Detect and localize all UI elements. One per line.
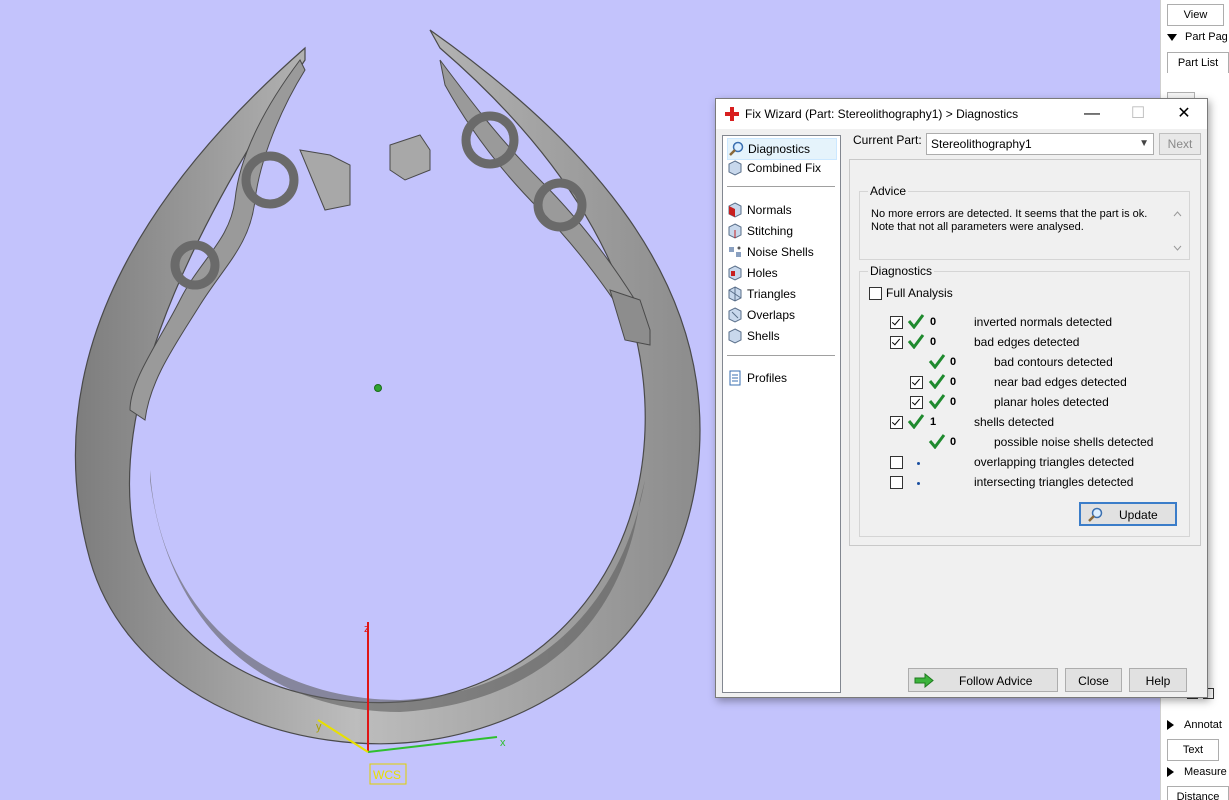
current-part-value: Stereolithography1 [931, 137, 1032, 151]
update-button[interactable]: Update [1079, 502, 1177, 526]
full-analysis-checkbox[interactable] [869, 287, 882, 300]
overlapping-triangles-label: overlapping triangles detected [974, 455, 1135, 469]
advice-text: No more errors are detected. It seems th… [871, 208, 1148, 233]
measure-header[interactable]: Measure [1167, 763, 1227, 781]
shells-count: 1 [930, 416, 937, 428]
chevron-down-icon: ▼ [1139, 138, 1149, 149]
document-icon [729, 370, 741, 386]
center-point [374, 384, 382, 392]
advice-scrollbar[interactable] [1170, 208, 1185, 254]
stitching-cube-icon [728, 223, 742, 239]
planar-holes-label: planar holes detected [994, 395, 1109, 409]
shells-cube-icon [728, 328, 742, 344]
nav-item-profiles[interactable]: Profiles [727, 368, 835, 388]
holes-cube-icon [728, 265, 742, 281]
next-button[interactable]: Next [1159, 133, 1201, 155]
z-axis-label: z [364, 623, 370, 635]
expand-icon [1167, 720, 1174, 731]
noise-shells-count: 0 [950, 436, 957, 448]
nav-item-shells[interactable]: Shells [727, 326, 835, 346]
planar-holes-count: 0 [950, 396, 957, 408]
diagnostics-page: Advice No more errors are detected. It s… [849, 159, 1201, 546]
noise-shells-label: possible noise shells detected [994, 435, 1154, 449]
collapse-icon [1167, 33, 1177, 41]
nav-item-overlaps[interactable]: Overlaps [727, 305, 835, 325]
bad-edges-label: bad edges detected [974, 335, 1080, 349]
full-analysis-label: Full Analysis [886, 286, 953, 300]
nav-separator [727, 355, 835, 356]
diagnostics-group: Diagnostics Full Analysis 0 inverted nor… [859, 264, 1190, 537]
pending-dot-icon [917, 482, 920, 485]
bad-edges-count: 0 [930, 336, 937, 348]
magnifier-icon [1088, 507, 1103, 522]
near-bad-edges-label: near bad edges detected [994, 375, 1127, 389]
current-part-label: Current Part: [853, 133, 922, 147]
nav-item-holes[interactable]: Holes [727, 263, 835, 283]
intersecting-triangles-label: intersecting triangles detected [974, 475, 1134, 489]
close-window-button[interactable]: ✕ [1161, 99, 1207, 129]
green-check-icon [928, 354, 946, 369]
bad-contours-label: bad contours detected [994, 355, 1113, 369]
expand-icon [1167, 767, 1174, 778]
near-bad-edges-checkbox[interactable] [910, 376, 923, 389]
cube-icon [728, 160, 742, 176]
maximize-button[interactable]: ☐ [1115, 99, 1161, 129]
inverted-normals-checkbox[interactable] [890, 316, 903, 329]
advice-group: Advice No more errors are detected. It s… [859, 184, 1190, 260]
nav-item-combined-fix[interactable]: Combined Fix [727, 158, 835, 178]
nav-separator [727, 186, 835, 187]
minimize-button[interactable]: — [1069, 99, 1115, 129]
current-part-select[interactable]: Stereolithography1 ▼ [926, 133, 1154, 155]
bad-contours-count: 0 [950, 356, 957, 368]
y-axis-label: y [316, 721, 322, 733]
planar-holes-checkbox[interactable] [910, 396, 923, 409]
near-bad-edges-count: 0 [950, 376, 957, 388]
dialog-title: Fix Wizard (Part: Stereolithography1) > … [745, 107, 1019, 121]
follow-advice-button[interactable]: Follow Advice [908, 668, 1058, 692]
shells-label: shells detected [974, 415, 1055, 429]
red-cross-icon [725, 107, 739, 121]
overlapping-triangles-checkbox[interactable] [890, 456, 903, 469]
inverted-normals-label: inverted normals detected [974, 315, 1113, 329]
wizard-nav: Diagnostics Combined Fix Normals Stitchi… [722, 135, 841, 693]
annotations-header[interactable]: Annotat [1167, 716, 1222, 734]
part-list-tab[interactable]: Part List [1167, 52, 1229, 73]
bad-edges-checkbox[interactable] [890, 336, 903, 349]
pending-dot-icon [917, 462, 920, 465]
help-button[interactable]: Help [1129, 668, 1187, 692]
noise-shells-icon [729, 246, 741, 257]
advice-label: Advice [868, 184, 909, 198]
text-button[interactable]: Text [1167, 739, 1219, 761]
title-bar[interactable]: Fix Wizard (Part: Stereolithography1) > … [716, 99, 1207, 129]
triangles-icon [728, 286, 742, 302]
view-button[interactable]: View [1167, 4, 1224, 26]
overlaps-icon [728, 307, 742, 323]
normals-cube-icon [728, 202, 742, 218]
green-check-icon [928, 434, 946, 449]
part-pages-header[interactable]: Part Pag [1167, 28, 1228, 46]
wcs-label: WCS [373, 768, 401, 782]
magnifier-icon [729, 141, 744, 156]
green-arrow-icon [914, 673, 934, 688]
green-check-icon [907, 314, 925, 329]
nav-item-normals[interactable]: Normals [727, 200, 835, 220]
green-check-icon [907, 414, 925, 429]
green-check-icon [928, 394, 946, 409]
distance-button[interactable]: Distance [1167, 786, 1229, 800]
x-axis-label: x [500, 737, 506, 749]
nav-item-triangles[interactable]: Triangles [727, 284, 835, 304]
shells-checkbox[interactable] [890, 416, 903, 429]
inverted-normals-count: 0 [930, 316, 937, 328]
diagnostics-label: Diagnostics [868, 264, 935, 278]
green-check-icon [907, 334, 925, 349]
nav-item-stitching[interactable]: Stitching [727, 221, 835, 241]
fix-wizard-dialog: Fix Wizard (Part: Stereolithography1) > … [715, 98, 1208, 698]
close-button[interactable]: Close [1065, 668, 1122, 692]
intersecting-triangles-checkbox[interactable] [890, 476, 903, 489]
nav-item-noise-shells[interactable]: Noise Shells [727, 242, 835, 262]
green-check-icon [928, 374, 946, 389]
nav-item-diagnostics[interactable]: Diagnostics [727, 138, 837, 160]
